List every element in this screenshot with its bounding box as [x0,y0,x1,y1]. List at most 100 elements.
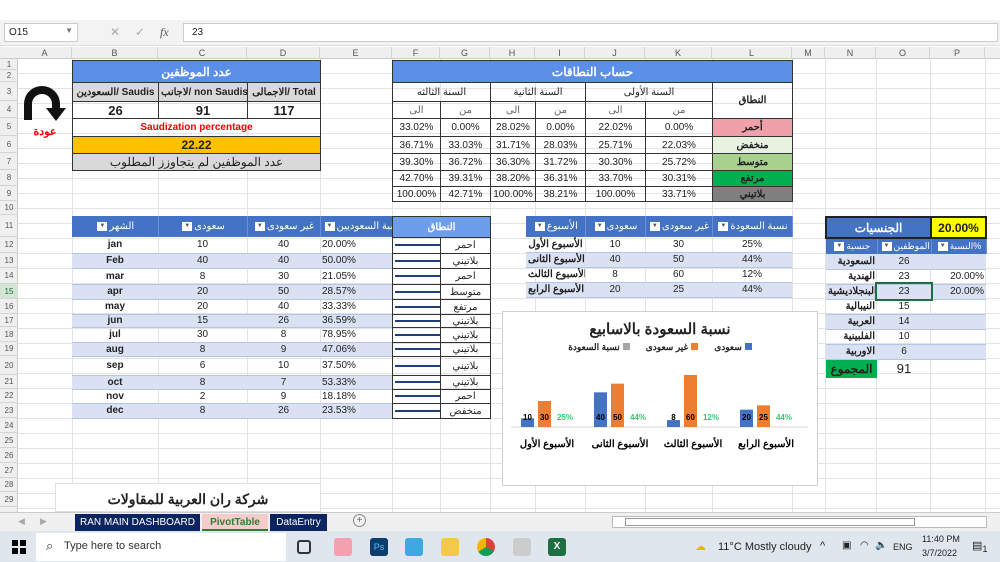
column-header-cell[interactable]: ▼ نسبة السعودة [712,216,793,237]
filter-dropdown-icon[interactable]: ▼ [937,242,948,252]
month-cell[interactable]: mar [72,268,158,285]
ratio-cell[interactable]: 33.33% [320,299,392,315]
cancel-icon[interactable]: ✕ [110,25,120,39]
nationality-cell[interactable]: السعودية [826,254,877,270]
non-saudi-cell[interactable]: 9 [247,389,320,404]
week-cell[interactable]: 30 [645,237,712,253]
ratio-cell[interactable]: 18.18% [320,389,392,404]
nationality-cell[interactable]: البنجلاديشية [826,284,877,300]
column-header-cell[interactable]: ▼ غير سعودى [247,216,321,237]
month-cell[interactable]: nov [72,389,158,404]
column-header[interactable]: E [320,47,392,59]
row-header[interactable]: 15 [0,284,18,299]
row-header[interactable]: 16 [0,299,18,314]
row-header[interactable]: 8 [0,170,18,186]
nationality-cell[interactable]: الاوربية [826,344,877,360]
row-header[interactable]: 17 [0,314,18,327]
column-header-cell[interactable]: ▼ سعودى [585,216,646,237]
tab-scroll-right-icon[interactable]: ▶ [40,516,47,527]
non-saudi-cell[interactable]: 26 [247,314,320,328]
row-header[interactable]: 1 [0,60,18,70]
check-icon[interactable]: ✓ [135,25,145,39]
row-header[interactable]: 7 [0,153,18,170]
band-cell[interactable]: احمر [439,237,492,254]
nationality-cell[interactable] [931,254,987,270]
row-header[interactable]: 12 [0,237,18,253]
saudi-cell[interactable]: 6 [158,356,247,376]
tab-pivottable[interactable]: PivotTable [202,514,268,531]
row-header[interactable]: 19 [0,342,18,356]
column-header[interactable]: L [712,47,792,59]
ratio-cell[interactable]: 53.33% [320,375,392,390]
band-cell[interactable]: احمر [439,389,492,404]
filter-dropdown-icon[interactable]: ▼ [254,221,265,231]
non-saudi-cell[interactable]: 8 [247,327,320,343]
app-icon-2[interactable] [405,538,423,556]
back-button[interactable]: عودة [22,84,68,138]
band-cell[interactable]: مرتفع [439,299,492,315]
month-cell[interactable]: jan [72,237,158,254]
ratio-cell[interactable]: 37.50% [320,356,392,376]
nationality-cell[interactable] [931,299,987,315]
filter-dropdown-icon[interactable]: ▼ [834,242,845,252]
column-header-cell[interactable]: ▼ جنسية [826,238,878,254]
row-header[interactable]: 9 [0,186,18,201]
nationality-cell[interactable]: النيبالية [826,299,877,315]
month-cell[interactable]: Feb [72,253,158,269]
formula-input[interactable]: 23 [183,23,998,42]
column-header-cell[interactable]: ▼ الشهر [72,216,159,237]
week-cell[interactable]: 44% [712,252,792,268]
band-cell[interactable]: بلاتيني [439,327,492,343]
column-header[interactable]: F [392,47,440,59]
band-cell[interactable]: متوسط [439,284,492,300]
network-icon[interactable]: ◠ [860,540,869,551]
row-header[interactable]: 14 [0,268,18,284]
week-cell[interactable]: 10 [585,237,645,253]
ratio-cell[interactable]: 21.05% [320,268,392,285]
taskbar-search[interactable]: ⌕ Type here to search [36,533,286,561]
row-header[interactable]: 11 [0,215,18,237]
nationality-cell[interactable]: 10 [877,329,932,345]
week-cell[interactable]: 12% [712,267,792,283]
row-header[interactable]: 10 [0,201,18,215]
band-cell[interactable]: منخفض [439,403,492,419]
saudi-cell[interactable]: 8 [158,342,247,357]
meet-now-icon[interactable]: ▣ [842,540,851,551]
saudi-cell[interactable]: 2 [158,389,247,404]
ratio-cell[interactable]: 50.00% [320,253,392,269]
language-indicator[interactable]: ENG [893,542,913,552]
nationality-cell[interactable]: 6 [877,344,932,360]
column-header[interactable]: M [792,47,825,59]
calculator-icon[interactable] [513,538,531,556]
saudi-cell[interactable]: 10 [158,237,247,254]
nationality-cell[interactable]: الهندية [826,269,877,285]
nationality-cell[interactable]: 15 [877,299,932,315]
week-cell[interactable]: الأسبوع الثانى [526,252,585,268]
row-header[interactable]: 25 [0,433,18,448]
horizontal-scrollbar[interactable] [612,516,987,528]
column-header-cell[interactable]: ▼ الموظفين [877,238,932,254]
row-header[interactable]: 23 [0,403,18,418]
non-saudi-cell[interactable]: 7 [247,375,320,390]
notification-icon[interactable]: ▤1 [972,539,988,554]
month-cell[interactable]: may [72,299,158,315]
add-sheet-icon[interactable]: + [353,514,366,527]
column-header[interactable]: O [876,47,930,59]
column-header[interactable]: C [158,47,247,59]
function-icon[interactable]: fx [160,25,169,40]
weekly-saudization-chart[interactable]: نسبة السعودة بالاسابيع سعودى غير سعودى نسب… [502,311,818,486]
filter-dropdown-icon[interactable]: ▼ [718,221,729,231]
band-cell[interactable]: بلاتيني [439,375,492,390]
week-cell[interactable]: الأسبوع الأول [526,237,585,253]
tab-ran-main-dashboard[interactable]: RAN MAIN DASHBOARD [75,514,200,531]
nationality-cell[interactable]: الفلبينية [826,329,877,345]
task-view-icon[interactable] [297,540,311,554]
file-explorer-icon[interactable] [441,538,459,556]
nationality-cell[interactable] [931,329,987,345]
non-saudi-cell[interactable]: 9 [247,342,320,357]
tab-dataentry[interactable]: DataEntry [270,514,327,531]
row-header[interactable]: 3 [0,82,18,101]
row-header[interactable]: 6 [0,136,18,153]
excel-icon[interactable]: X [548,538,566,556]
week-cell[interactable]: 20 [585,282,645,298]
